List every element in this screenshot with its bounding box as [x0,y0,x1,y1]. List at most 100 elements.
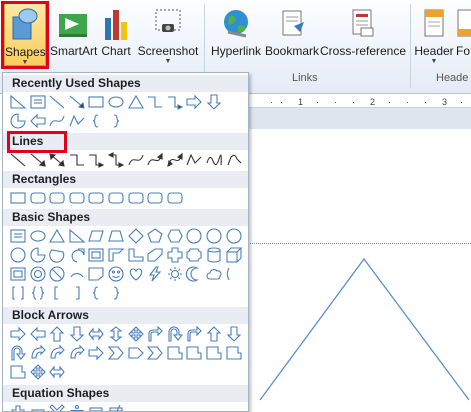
shape-lbrack-icon[interactable] [48,284,66,302]
shape-double-arrow-icon[interactable] [48,151,66,169]
shape-lbrace-icon[interactable] [87,112,105,130]
shape-rrect-icon[interactable] [29,189,47,207]
shape-rrect-icon[interactable] [48,189,66,207]
shape-elbow-arrow-icon[interactable] [166,93,184,111]
shape-lshape-icon[interactable] [127,246,145,264]
shape-lbrace-icon[interactable] [87,284,105,302]
shape-al-icon[interactable] [29,325,47,343]
shape-rect-icon[interactable] [9,189,27,207]
shape-alr-icon[interactable] [87,325,105,343]
shape-bevel-icon[interactable] [9,265,27,283]
shape-diag-icon[interactable] [146,246,164,264]
shape-chord-icon[interactable] [48,246,66,264]
shape-penta-icon[interactable] [146,227,164,245]
shape-num-icon[interactable] [185,227,203,245]
shape-para-icon[interactable] [87,227,105,245]
shape-minus-icon[interactable] [29,403,47,411]
shape-notequal-icon[interactable] [107,403,125,411]
shape-elbow-double-icon[interactable] [107,151,125,169]
shape-rrect-icon[interactable] [68,189,86,207]
shape-au-icon[interactable] [205,325,223,343]
shape-arcs-icon[interactable] [225,265,243,283]
shape-line-icon[interactable] [48,93,66,111]
shape-bolt-icon[interactable] [146,265,164,283]
shape-freeform-icon[interactable] [185,151,203,169]
shape-rtri-icon[interactable] [68,227,86,245]
smartart-button[interactable]: SmartArt [50,2,97,68]
shape-rtri-icon[interactable] [9,93,27,111]
shape-tear-icon[interactable] [68,246,86,264]
shape-plus-icon[interactable] [9,403,27,411]
shape-text-icon[interactable] [29,93,47,111]
shape-oval-icon[interactable] [29,227,47,245]
shape-hexa-icon[interactable] [166,227,184,245]
chart-button[interactable]: Chart [98,2,134,68]
shape-callout-icon[interactable] [166,344,184,362]
shape-equal-icon[interactable] [87,403,105,411]
shape-uturn-icon[interactable] [9,344,27,362]
shape-arc-icon[interactable] [68,265,86,283]
shape-frame-icon[interactable] [87,246,105,264]
shape-chev-icon[interactable] [107,344,125,362]
shape-bent-icon[interactable] [146,325,164,343]
shape-rrect-icon[interactable] [127,189,145,207]
shape-smile-icon[interactable] [107,265,125,283]
shape-curved-icon[interactable] [48,344,66,362]
shape-scribble-icon[interactable] [205,151,223,169]
bookmark-button[interactable]: Bookmark [264,2,320,68]
header-button[interactable]: Header ▼ [414,2,454,68]
shape-pie-icon[interactable] [29,246,47,264]
shape-rbrace-icon[interactable] [107,284,125,302]
shape-tri-icon[interactable] [127,93,145,111]
shape-rbrace-icon[interactable] [107,112,125,130]
shape-braces-icon[interactable] [29,284,47,302]
shape-quad-icon[interactable] [29,363,47,381]
shape-can-icon[interactable] [205,246,223,264]
shape-oval-icon[interactable] [107,93,125,111]
shape-elbow-icon[interactable] [68,151,86,169]
shape-rrect-icon[interactable] [146,189,164,207]
shape-noSym-icon[interactable] [48,265,66,283]
hyperlink-button[interactable]: Hyperlink [208,2,264,68]
shape-chev-icon[interactable] [146,344,164,362]
shape-freeform-icon[interactable] [68,112,86,130]
shape-half-icon[interactable] [107,246,125,264]
shape-cross-icon[interactable] [166,246,184,264]
shape-times-icon[interactable] [48,403,66,411]
shape-num-icon[interactable] [225,227,243,245]
shape-rrect-icon[interactable] [107,189,125,207]
triangle-shape[interactable] [247,250,471,412]
shape-heart-icon[interactable] [127,265,145,283]
shape-cube-icon[interactable] [225,246,243,264]
shape-ar-icon[interactable] [185,93,203,111]
shape-bent-icon[interactable] [185,325,203,343]
shape-rrect-icon[interactable] [166,189,184,207]
shape-ad-icon[interactable] [68,325,86,343]
shape-curved-icon[interactable] [68,344,86,362]
shape-plaque-icon[interactable] [185,246,203,264]
shape-text-icon[interactable] [9,227,27,245]
shape-curve-icon[interactable] [48,112,66,130]
shape-ar-icon[interactable] [87,344,105,362]
shape-alr-icon[interactable] [48,363,66,381]
shape-rrect-icon[interactable] [87,189,105,207]
shape-au-icon[interactable] [48,325,66,343]
shape-moon-icon[interactable] [185,265,203,283]
shape-line-icon[interactable] [9,151,27,169]
shape-callout-icon[interactable] [9,363,27,381]
shape-sun-icon[interactable] [166,265,184,283]
shape-quad-icon[interactable] [127,325,145,343]
shape-callout-icon[interactable] [225,344,243,362]
shape-callout-icon[interactable] [185,344,203,362]
shape-arrow-icon[interactable] [68,93,86,111]
shape-cloud-icon[interactable] [205,265,223,283]
footer-button[interactable]: Fo [456,2,471,68]
shape-aud-icon[interactable] [107,325,125,343]
shape-tri-icon[interactable] [48,227,66,245]
shape-curve-double-icon[interactable] [166,151,184,169]
shape-ar-icon[interactable] [9,325,27,343]
shape-ad-icon[interactable] [225,325,243,343]
shape-donut-icon[interactable] [29,265,47,283]
shape-ad-icon[interactable] [205,93,223,111]
shape-uturn-icon[interactable] [166,325,184,343]
